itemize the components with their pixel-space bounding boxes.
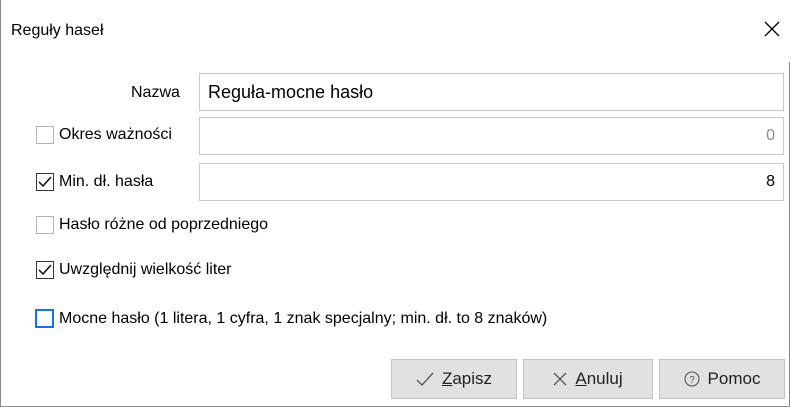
svg-text:?: ? (689, 375, 695, 386)
save-label: Zapisz (441, 369, 493, 388)
validity-input-value: 0 (766, 127, 775, 144)
validity-input[interactable]: 0 (199, 117, 784, 155)
minlen-label: Min. dł. hasła (59, 173, 154, 190)
case-checkbox[interactable] (36, 261, 54, 279)
cancel-label: Anuluj (575, 369, 623, 388)
strong-checkbox[interactable] (35, 309, 54, 328)
help-button[interactable]: ? Pomoc (659, 359, 785, 399)
strong-label: Mocne hasło (1 litera, 1 cyfra, 1 znak s… (59, 310, 548, 327)
different-label: Hasło różne od poprzedniego (59, 216, 269, 233)
help-circle-icon: ? (683, 371, 700, 387)
different-checkbox[interactable] (36, 216, 54, 234)
case-label: Uwzględnij wielkość liter (59, 261, 232, 278)
close-button[interactable] (757, 14, 787, 44)
minlen-checkbox[interactable] (36, 173, 54, 191)
title-bar: Reguły haseł (1, 0, 791, 62)
dialog-title: Reguły haseł (11, 22, 104, 39)
validity-label: Okres ważności (59, 126, 172, 143)
name-label: Nazwa (131, 84, 180, 101)
checkmark-icon (416, 372, 434, 386)
minlen-input-value: 8 (766, 173, 775, 190)
save-button[interactable]: Zapisz (391, 359, 517, 399)
help-label: Pomoc (707, 369, 761, 388)
name-input-value: Reguła-mocne hasło (208, 81, 374, 102)
close-icon (764, 21, 780, 37)
checkmark-icon (38, 176, 52, 188)
cancel-button[interactable]: Anuluj (523, 359, 653, 399)
minlen-input[interactable]: 8 (199, 163, 784, 201)
name-input[interactable]: Reguła-mocne hasło (199, 73, 784, 111)
validity-checkbox[interactable] (36, 126, 54, 144)
checkmark-icon (38, 264, 52, 276)
x-icon (553, 372, 567, 386)
password-rules-dialog: Reguły haseł Nazwa Reguła-mocne hasło Ok… (0, 0, 791, 407)
